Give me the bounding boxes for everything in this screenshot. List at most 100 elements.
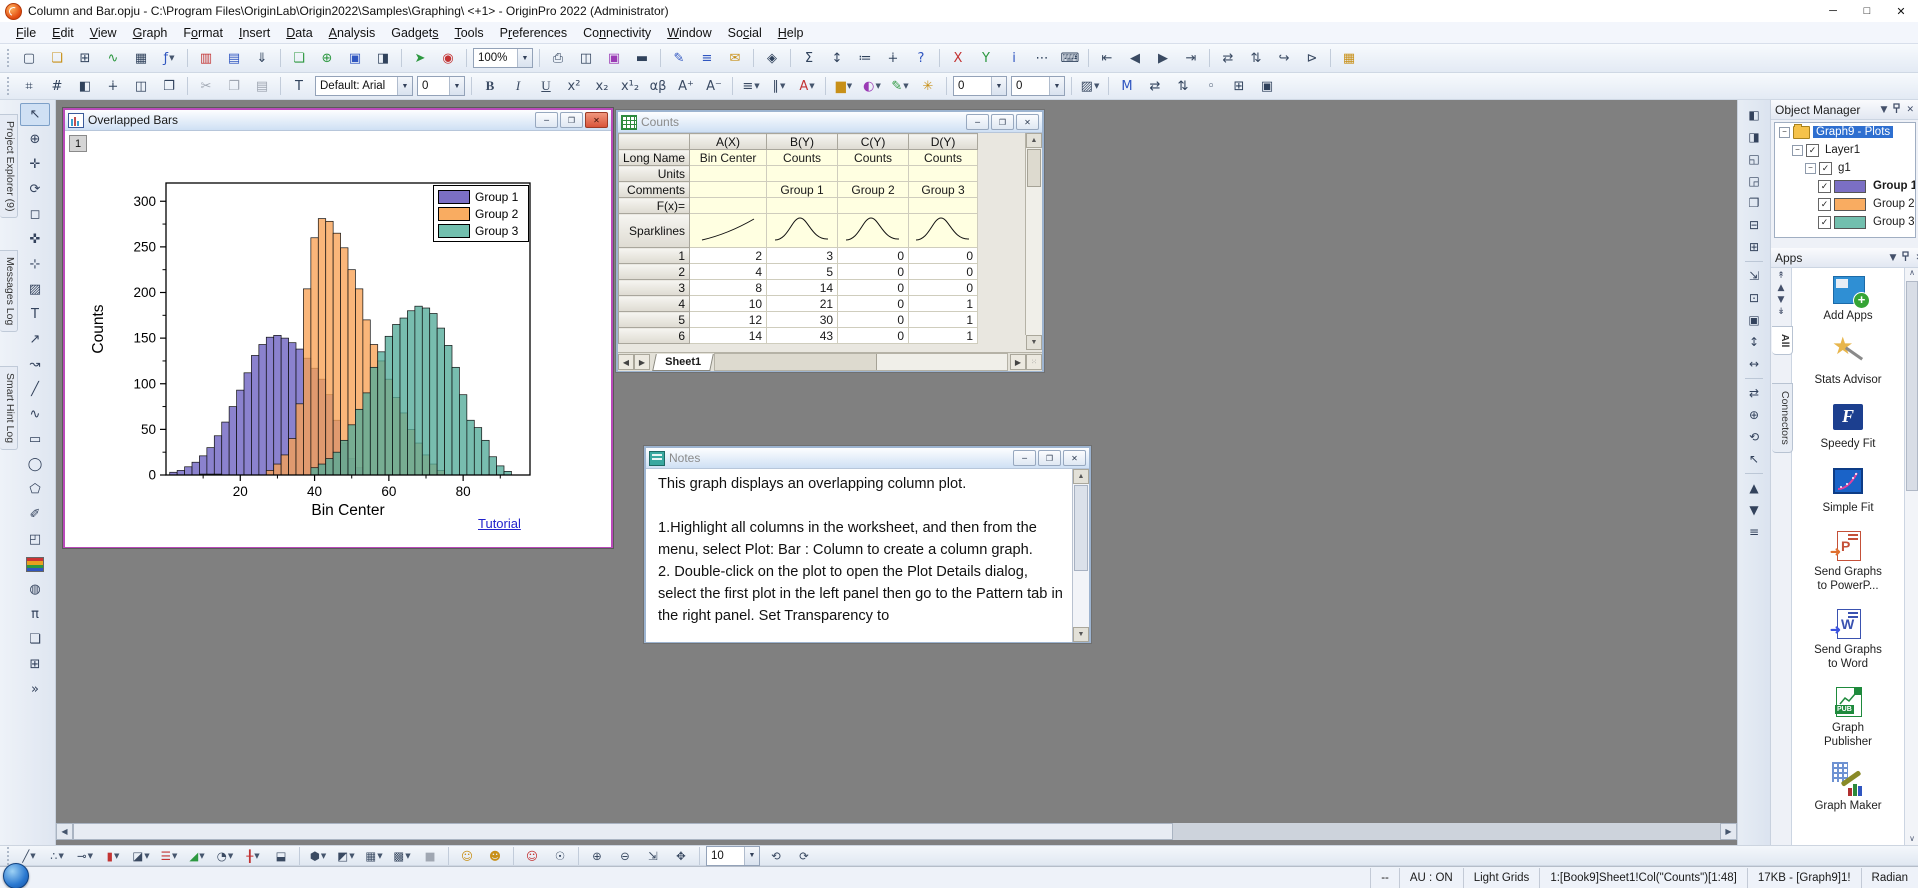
region-select-icon[interactable]: ◻ [20,203,50,226]
menu-help[interactable]: Help [770,24,812,42]
chevron-down-icon[interactable]: ▼ [449,77,464,95]
graph-minimize-button[interactable]: ─ [535,112,558,128]
scroll-right-arrow[interactable]: ▶ [1720,823,1737,840]
header-cell[interactable] [838,166,909,182]
header-cell[interactable] [767,198,838,214]
menu-social[interactable]: Social [720,24,770,42]
new-graph-icon[interactable]: ∿ [100,47,126,70]
sparkline-cell[interactable] [690,214,767,248]
row-label[interactable]: 6 [619,328,690,344]
rectangle-tool-icon[interactable]: ▭ [20,428,50,451]
add-inset-data-layer-icon[interactable]: ◲ [1742,171,1766,191]
data-cell[interactable]: 4 [690,264,767,280]
tree-item-layer1[interactable]: −✓Layer1 [1775,141,1915,159]
worksheet-query-icon[interactable]: ? [908,47,934,70]
tree-checkbox[interactable]: ✓ [1806,144,1819,157]
header-cell[interactable] [690,182,767,198]
freehand-tool-icon[interactable]: ✐ [20,503,50,526]
data-cell[interactable]: 5 [767,264,838,280]
3d-frame-plot-icon[interactable]: ⬓ [268,846,294,865]
arrange-in-grid-icon[interactable]: ⊞ [1742,237,1766,257]
scroll-thumb[interactable] [73,823,1173,840]
layer-down-icon[interactable]: ▼ [1742,500,1766,520]
unmask-range-icon[interactable]: ☻ [482,846,508,865]
dock-top-icon[interactable]: ↟ [1777,271,1785,281]
sub-superscript-icon[interactable]: x¹₂ [617,75,643,98]
maximize-button[interactable]: □ [1850,0,1884,22]
zoom-tool-icon[interactable]: ⊕ [20,128,50,151]
notes-window[interactable]: Notes ─ ❐ ✕ This graph displays an overl… [644,446,1091,643]
bold-icon[interactable]: B [477,75,503,98]
notes-text[interactable]: This graph displays an overlapping colum… [646,469,1076,627]
new-project-icon[interactable]: ▢ [16,47,42,70]
mask-range-icon[interactable]: ☺ [454,846,480,865]
header-cell[interactable]: Bin Center [690,150,767,166]
header-cell[interactable]: Group 3 [909,182,978,198]
rotate-ccw-icon[interactable]: ⟲ [763,846,789,865]
add-inset-layer-icon[interactable]: ◱ [1742,149,1766,169]
cut-icon[interactable]: ✂ [193,75,219,98]
row-label[interactable]: 2 [619,264,690,280]
new-function-plot-icon[interactable]: ƒ▼ [156,47,182,70]
notes-minimize-button[interactable]: ─ [1013,450,1036,466]
refresh-window-icon[interactable]: ⇄ [1215,47,1241,70]
new-matrix-icon[interactable]: ▦ [128,47,154,70]
app-item-add-apps[interactable]: Add Apps [1823,272,1872,323]
scroll-down-arrow[interactable]: ▼ [1026,335,1042,350]
data-cell[interactable]: 0 [838,328,909,344]
fit-window-icon[interactable]: ▣ [1742,310,1766,330]
row-label[interactable]: F(x)= [619,198,690,214]
superscript-icon[interactable]: x² [561,75,587,98]
import-single-ascii-icon[interactable]: ▤ [221,47,247,70]
multi-panel-plot-icon[interactable]: ◪▼ [128,846,154,865]
header-cell[interactable] [909,166,978,182]
font-size-combo[interactable]: 0▼ [417,76,465,96]
data-reader-icon[interactable]: ✜ [20,228,50,251]
row-label[interactable]: 4 [619,296,690,312]
worksheet-table[interactable]: A(X)B(Y)C(Y)D(Y)Long NameBin CenterCount… [618,133,978,344]
menu-window[interactable]: Window [659,24,719,42]
format-toolbar-icon[interactable]: ✎ [666,47,692,70]
insert-excel-object-icon[interactable]: ⊞ [20,653,50,676]
scroll-down-arrow[interactable]: ▼ [1073,627,1089,642]
axis-rescale-icon[interactable]: ⟲ [1742,427,1766,447]
merge-cells-icon[interactable]: ◫ [128,75,154,98]
nav-next-icon[interactable]: ▶ [1150,47,1176,70]
print-icon[interactable]: ⎙ [545,47,571,70]
row-label[interactable]: Units [619,166,690,182]
close-panel-icon[interactable]: ✕ [1906,105,1914,115]
app-item-send-powerpoint[interactable]: P➜Send Graphs to PowerP... [1814,528,1882,593]
arrange-layers-icon[interactable]: ≡ [694,47,720,70]
worksheet-horizontal-scrollbar[interactable] [714,353,1008,371]
chevron-down-icon[interactable]: ▼ [1049,77,1064,95]
line-symbol-plot-icon[interactable]: ⊸▼ [72,846,98,865]
set-x-scale-icon[interactable]: X [945,47,971,70]
header-cell[interactable] [838,198,909,214]
worksheet-vertical-scrollbar[interactable]: ▲ [1025,133,1042,335]
extract-layers-icon[interactable]: ⊟ [1742,215,1766,235]
paste-icon[interactable]: ▤ [249,75,275,98]
polar-plot-icon[interactable]: ◔▼ [212,846,238,865]
scale-elements-icon[interactable]: ↕ [1742,332,1766,352]
tree-checkbox[interactable]: ✓ [1819,162,1832,175]
vertical-distribute-icon[interactable]: ⇅ [1170,75,1196,98]
font-tool-icon[interactable]: T [286,75,312,98]
3d-wireframe-plot-icon[interactable]: ▩▼ [389,846,415,865]
column-header[interactable]: D(Y) [909,134,978,150]
swap-mask-icon[interactable]: ☉ [547,846,573,865]
nav-last-icon[interactable]: ⇥ [1178,47,1204,70]
tree-checkbox[interactable]: ✓ [1818,198,1831,211]
rescale-graph-icon[interactable]: ⇲ [640,846,666,865]
more-options-icon[interactable]: ⋯ [1029,47,1055,70]
script-window-icon[interactable]: ⌨ [1057,47,1083,70]
zoom-in-graph-icon[interactable]: ⊕ [584,846,610,865]
app-item-simple-fit[interactable]: Simple Fit [1822,464,1873,515]
rerun-analysis-icon[interactable]: ➤ [407,47,433,70]
sort-columns-icon[interactable]: ↕ [824,47,850,70]
polygon-tool-icon[interactable]: ⬠ [20,478,50,501]
chevron-down-icon[interactable]: ▼ [991,77,1006,95]
set-column-values-icon[interactable]: ≔ [852,47,878,70]
3d-scatter-plot-icon[interactable]: ⬢▼ [305,846,331,865]
new-workbook-icon[interactable]: ⊞ [72,47,98,70]
data-cell[interactable]: 0 [909,264,978,280]
